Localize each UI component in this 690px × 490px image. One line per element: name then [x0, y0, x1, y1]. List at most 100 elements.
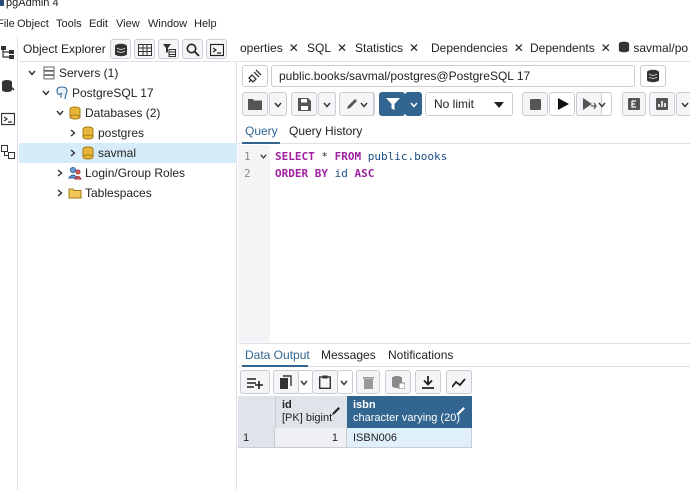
row-number-cell[interactable]: 1	[238, 428, 275, 448]
explain-analyze-button[interactable]	[649, 92, 675, 116]
delete-row-button[interactable]	[356, 370, 380, 394]
tree-item-postgresql-17[interactable]: PostgreSQL 17	[19, 83, 237, 103]
tree-item-label: Tablespaces	[85, 186, 152, 200]
open-file-button[interactable]	[242, 92, 268, 116]
row-limit-select[interactable]: No limit	[425, 92, 513, 116]
menu-help[interactable]: Help	[194, 18, 217, 30]
roles-icon	[68, 167, 82, 180]
close-icon[interactable]: ✕	[289, 41, 299, 55]
menu-object[interactable]: Object	[17, 18, 49, 30]
tab-notifications[interactable]: Notifications	[388, 348, 453, 362]
tree-item-servers[interactable]: Servers (1)	[19, 63, 237, 83]
output-tabs: Data Output Messages Notifications	[238, 343, 690, 367]
tab-query[interactable]: Query	[245, 124, 278, 138]
column-header-id[interactable]: id [PK] bigint	[275, 396, 347, 428]
schema-diff-icon[interactable]	[1, 145, 15, 159]
column-type: character varying (20)	[353, 412, 460, 424]
fold-chevron-icon[interactable]	[259, 152, 268, 161]
connection-select[interactable]: public.books/savmal/postgres@PostgreSQL …	[271, 65, 635, 87]
new-connection-button[interactable]	[640, 65, 666, 87]
graph-visualiser-button[interactable]	[446, 370, 472, 394]
bar-chart-icon	[656, 98, 668, 110]
tab-properties[interactable]: operties ✕	[240, 41, 299, 55]
cell-isbn[interactable]: ISBN006	[347, 428, 472, 448]
search-objects-button[interactable]	[182, 39, 203, 59]
tree-item-databases[interactable]: Databases (2)	[19, 103, 237, 123]
save-file-button[interactable]	[291, 92, 317, 116]
object-explorer-title: Object Explorer	[23, 42, 106, 56]
sql-keyword: FROM	[334, 150, 362, 163]
pencil-icon[interactable]	[331, 406, 341, 416]
menu-view[interactable]: View	[116, 18, 140, 30]
tab-query-history[interactable]: Query History	[289, 124, 362, 138]
tree-item-login-group-roles[interactable]: Login/Group Roles	[19, 163, 237, 183]
folder-icon	[248, 99, 262, 110]
psql-terminal-icon[interactable]	[1, 112, 15, 126]
add-row-button[interactable]	[240, 370, 270, 394]
object-explorer-icon[interactable]	[1, 45, 15, 59]
edit-dropdown[interactable]	[358, 92, 374, 116]
explain-button[interactable]	[622, 92, 646, 116]
tab-query-tool[interactable]: savmal/po	[618, 41, 688, 55]
close-icon[interactable]: ✕	[601, 41, 611, 55]
filter-icon	[386, 98, 400, 110]
chevron-right-icon[interactable]	[68, 128, 78, 138]
tab-sql[interactable]: SQL ✕	[307, 41, 347, 55]
view-data-button[interactable]	[134, 39, 155, 59]
execute-dropdown[interactable]	[596, 92, 612, 116]
close-icon[interactable]: ✕	[409, 41, 419, 55]
open-file-dropdown[interactable]	[269, 92, 287, 116]
cell-value: ISBN006	[353, 432, 398, 444]
tab-label: Dependencies	[431, 41, 508, 55]
chevron-down-icon[interactable]	[41, 88, 51, 98]
cell-id[interactable]: 1	[275, 428, 347, 448]
close-icon[interactable]: ✕	[514, 41, 524, 55]
save-data-button[interactable]	[385, 370, 411, 394]
explain-options-dropdown[interactable]	[676, 92, 690, 116]
tab-dependents[interactable]: Dependents ✕	[530, 41, 611, 55]
column-header-isbn[interactable]: isbn character varying (20)	[347, 396, 472, 428]
chevron-right-icon[interactable]	[55, 188, 65, 198]
tab-data-output[interactable]: Data Output	[245, 348, 310, 362]
menu-edit[interactable]: Edit	[89, 18, 108, 30]
execute-button[interactable]	[549, 92, 575, 116]
menu-tools[interactable]: Tools	[56, 18, 82, 30]
tree-item-postgres[interactable]: postgres	[19, 123, 237, 143]
query-tool-button[interactable]	[110, 39, 131, 59]
paste-dropdown[interactable]	[337, 370, 353, 394]
close-icon[interactable]: ✕	[337, 41, 347, 55]
databases-icon	[69, 106, 81, 120]
connection-status-button[interactable]	[242, 65, 268, 87]
tab-dependencies[interactable]: Dependencies ✕	[431, 41, 524, 55]
pencil-icon[interactable]	[456, 406, 466, 416]
psql-tool-button[interactable]	[206, 39, 227, 59]
save-file-dropdown[interactable]	[318, 92, 336, 116]
save-icon	[298, 98, 311, 111]
query-tool-icon[interactable]	[1, 79, 15, 93]
copy-dropdown[interactable]	[297, 370, 313, 394]
filter-dropdown[interactable]	[405, 92, 422, 116]
filter-button[interactable]	[379, 92, 405, 116]
sql-identifier: id	[327, 167, 348, 180]
paste-button[interactable]	[312, 370, 338, 394]
cancel-query-button[interactable]	[522, 92, 548, 116]
chevron-right-icon[interactable]	[55, 168, 65, 178]
tree-item-tablespaces[interactable]: Tablespaces	[19, 183, 237, 203]
tab-label: Dependents	[530, 41, 595, 55]
tab-statistics[interactable]: Statistics ✕	[355, 41, 419, 55]
sql-editor[interactable]: 1 2 SELECT * FROM public.books ORDER BY …	[238, 145, 690, 342]
chevron-down-icon	[410, 102, 418, 108]
line-chart-icon	[452, 378, 466, 388]
chevron-down-icon[interactable]	[55, 108, 65, 118]
download-button[interactable]	[415, 370, 441, 394]
chevron-right-icon[interactable]	[68, 148, 78, 158]
copy-button[interactable]	[273, 370, 299, 394]
row-number-header	[238, 396, 275, 428]
title-bar: pgAdmin 4	[0, 0, 690, 13]
menu-file[interactable]: File	[0, 18, 15, 30]
chevron-down-icon[interactable]	[27, 68, 37, 78]
tree-item-savmal[interactable]: savmal	[19, 143, 237, 163]
menu-window[interactable]: Window	[148, 18, 187, 30]
tab-messages[interactable]: Messages	[321, 348, 376, 362]
filter-rows-button[interactable]	[158, 39, 179, 59]
